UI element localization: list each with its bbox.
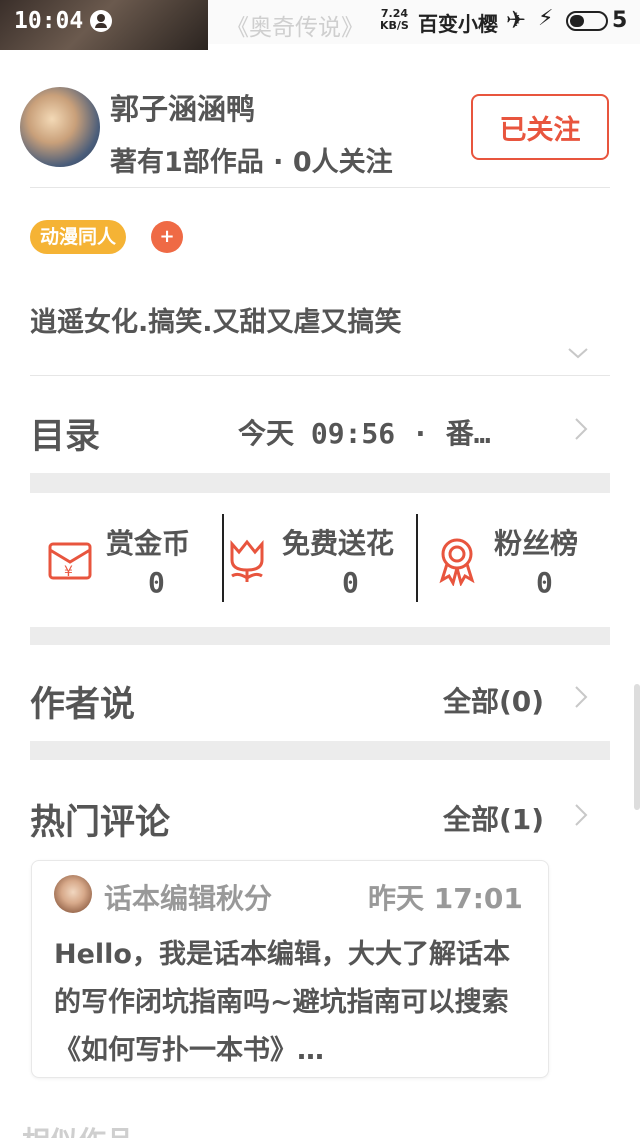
author-avatar[interactable]	[20, 87, 100, 167]
commenter-name[interactable]: 话本编辑秋分	[104, 877, 272, 917]
stat-fans[interactable]: 粉丝榜 0	[418, 514, 610, 604]
battery-icon	[566, 11, 608, 31]
divider	[30, 187, 610, 188]
status-bar: 10:04 《奥奇传说》 7.24 KB/S 百变小樱 ✈ ⚡ 5	[0, 0, 640, 50]
catalog-update: 今天 09:56 · 番…	[238, 417, 491, 450]
stat-value: 0	[342, 566, 359, 599]
battery-level: 5	[612, 8, 628, 33]
commenter-avatar[interactable]	[54, 875, 92, 913]
chevron-down-icon[interactable]	[567, 342, 589, 364]
stat-label: 粉丝榜	[494, 527, 579, 560]
red-envelope-icon: ¥	[48, 542, 92, 580]
hot-comments-title: 热门评论	[30, 803, 171, 843]
background-title: 《奥奇传说》	[226, 15, 364, 41]
airplane-icon: ✈	[506, 6, 527, 34]
stat-label: 免费送花	[282, 527, 395, 560]
hot-comments-link[interactable]: 全部(1)	[443, 798, 544, 838]
chevron-right-icon	[575, 418, 588, 440]
flower-icon	[230, 539, 264, 582]
author-says-link[interactable]: 全部(0)	[443, 680, 544, 720]
similar-works-title: 相似作品	[22, 1120, 134, 1138]
stat-coins[interactable]: ¥ 赏金币 0	[30, 514, 220, 604]
author-says-title: 作者说	[30, 685, 136, 725]
user-icon	[90, 10, 112, 32]
app-name: 百变小樱	[418, 12, 498, 36]
section-separator	[30, 741, 610, 760]
stat-label: 赏金币	[106, 527, 191, 560]
section-separator	[30, 473, 610, 493]
svg-text:¥: ¥	[64, 564, 73, 580]
follow-button[interactable]: 已关注	[471, 94, 609, 160]
chevron-right-icon	[575, 804, 588, 826]
author-name[interactable]: 郭子涵涵鸭	[110, 86, 255, 128]
stat-flowers[interactable]: 免费送花 0	[224, 514, 414, 604]
chevron-right-icon	[575, 686, 588, 708]
stat-value: 0	[148, 566, 165, 599]
stat-value: 0	[536, 566, 553, 599]
author-meta: 著有1部作品 · 0人关注	[110, 147, 393, 178]
section-separator	[30, 627, 610, 645]
comment-text: Hello，我是话本编辑，大大了解话本的写作闭坑指南吗~避坑指南可以搜索《如何写…	[54, 939, 510, 1066]
scrollbar[interactable]	[634, 684, 640, 810]
tag-category[interactable]: 动漫同人	[30, 220, 127, 254]
network-speed: 7.24 KB/S	[380, 8, 409, 32]
network-speed-unit: KB/S	[380, 19, 409, 32]
catalog-title: 目录	[30, 417, 101, 457]
status-time: 10:04	[14, 8, 84, 34]
medal-icon	[439, 538, 475, 586]
divider	[30, 375, 610, 376]
charging-icon: ⚡	[538, 6, 554, 31]
comment-time: 昨天 17:01	[368, 882, 523, 915]
book-summary: 逍遥女化.搞笑.又甜又虐又搞笑	[30, 307, 402, 338]
add-tag-button[interactable]: +	[151, 221, 183, 253]
comment-card[interactable]: 话本编辑秋分 昨天 17:01 Hello，我是话本编辑，大大了解话本的写作闭坑…	[31, 860, 549, 1078]
